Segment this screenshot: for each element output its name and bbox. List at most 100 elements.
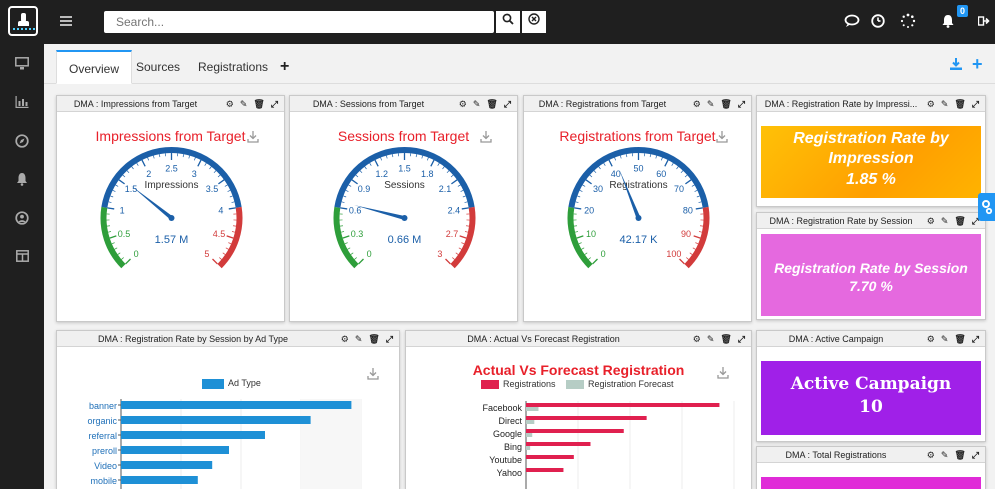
tab-overview[interactable]: Overview: [56, 50, 133, 84]
gauge-tick: [147, 157, 150, 161]
layout-icon[interactable]: [12, 248, 32, 268]
edit-icon[interactable]: ✎: [941, 96, 949, 111]
bar-registrations[interactable]: [526, 455, 574, 459]
gauge-tick-label: 20: [584, 206, 594, 216]
loading-spinner-icon[interactable]: [898, 13, 918, 33]
chart-download-icon[interactable]: [247, 130, 259, 146]
bar[interactable]: [121, 431, 265, 439]
delete-icon[interactable]: 🗑: [368, 331, 379, 346]
delete-icon[interactable]: 🗑: [720, 96, 731, 111]
settings-icon[interactable]: ⚙: [693, 331, 701, 346]
edit-icon[interactable]: ✎: [707, 96, 715, 111]
expand-icon[interactable]: ⤢: [972, 96, 979, 111]
tab-sources[interactable]: Sources: [124, 50, 192, 84]
gauge-tick-label: 0: [601, 249, 606, 259]
gauge-needle: [619, 169, 641, 219]
bar-forecast[interactable]: [526, 420, 535, 424]
expand-icon[interactable]: ⤢: [504, 96, 511, 111]
add-tab-button[interactable]: +: [280, 58, 289, 76]
clear-search-button[interactable]: [522, 11, 546, 33]
bar-registrations[interactable]: [526, 403, 720, 407]
chart-download-icon[interactable]: [367, 367, 379, 383]
menu-toggle-icon[interactable]: [60, 12, 72, 28]
delete-icon[interactable]: 🗑: [253, 96, 264, 111]
chat-icon[interactable]: [842, 13, 862, 33]
chart-download-icon[interactable]: [717, 366, 729, 382]
delete-icon[interactable]: 🗑: [954, 96, 965, 111]
gauge-tick: [421, 155, 423, 159]
add-widget-button[interactable]: +: [972, 54, 983, 75]
clock-icon[interactable]: [868, 13, 888, 33]
download-icon[interactable]: [949, 56, 963, 71]
bar[interactable]: [121, 446, 229, 454]
tab-registrations[interactable]: Registrations: [186, 50, 280, 84]
gauge-tick: [457, 184, 461, 187]
bar-forecast[interactable]: [526, 433, 533, 437]
settings-icon[interactable]: ⚙: [459, 96, 467, 111]
bar[interactable]: [121, 461, 213, 469]
edit-icon[interactable]: ✎: [941, 213, 949, 228]
registrations-gauge: 0 10 20 30 40 50 60 70 80 90100 Registrations 42.17…: [567, 147, 710, 269]
edit-icon[interactable]: ✎: [707, 331, 715, 346]
gauge-tick: [109, 235, 117, 239]
settings-icon[interactable]: ⚙: [226, 96, 234, 111]
gauge-tick: [341, 201, 345, 203]
edit-icon[interactable]: ✎: [355, 331, 363, 346]
compass-icon[interactable]: [12, 133, 32, 153]
settings-icon[interactable]: ⚙: [927, 447, 935, 462]
top-bar: 0: [0, 0, 995, 44]
monitor-icon[interactable]: [12, 56, 32, 76]
expand-icon[interactable]: ⤢: [271, 96, 278, 111]
alerts-bell-icon[interactable]: [12, 171, 32, 191]
edit-icon[interactable]: ✎: [941, 331, 949, 346]
category-label: Facebook: [482, 403, 522, 413]
plugin-tab[interactable]: [978, 193, 995, 221]
gauge-tick: [446, 170, 450, 174]
logout-icon[interactable]: [974, 13, 994, 33]
delete-icon[interactable]: 🗑: [954, 331, 965, 346]
bar-forecast[interactable]: [526, 407, 539, 411]
bell-icon[interactable]: [938, 13, 958, 33]
search-button[interactable]: [496, 11, 520, 33]
bar[interactable]: [121, 416, 311, 424]
settings-icon[interactable]: ⚙: [927, 96, 935, 111]
gauge-tick-label: 40: [611, 169, 621, 179]
gauge-tick: [213, 170, 217, 174]
gauge-tick: [231, 231, 236, 233]
delete-icon[interactable]: 🗑: [720, 331, 731, 346]
gauge-tick: [217, 174, 221, 178]
delete-icon[interactable]: 🗑: [954, 447, 965, 462]
edit-icon[interactable]: ✎: [941, 447, 949, 462]
panel-controls: ⚙ ✎ 🗑 ⤢: [687, 96, 745, 111]
bar-registrations[interactable]: [526, 416, 647, 420]
bar-registrations[interactable]: [526, 442, 591, 446]
gauge-tick: [182, 154, 185, 158]
expand-icon[interactable]: ⤢: [386, 331, 393, 346]
chart-download-icon[interactable]: [480, 130, 492, 146]
expand-icon[interactable]: ⤢: [972, 331, 979, 346]
settings-icon[interactable]: ⚙: [927, 331, 935, 346]
expand-icon[interactable]: ⤢: [738, 96, 745, 111]
expand-icon[interactable]: ⤢: [738, 331, 745, 346]
bar[interactable]: [121, 401, 352, 409]
settings-icon[interactable]: ⚙: [927, 213, 935, 228]
chart-download-icon[interactable]: [716, 130, 728, 146]
bar-chart-icon[interactable]: [12, 94, 32, 114]
app-logo[interactable]: [8, 6, 38, 36]
bar-registrations[interactable]: [526, 429, 624, 433]
bar-forecast[interactable]: [526, 446, 531, 450]
settings-icon[interactable]: ⚙: [693, 96, 701, 111]
edit-icon[interactable]: ✎: [240, 96, 248, 111]
expand-icon[interactable]: ⤢: [972, 447, 979, 462]
panel-title: DMA : Registrations from Target: [538, 99, 667, 109]
bar[interactable]: [121, 476, 198, 484]
panel-controls: ⚙ ✎ 🗑 ⤢: [220, 96, 278, 111]
search-input[interactable]: [104, 11, 494, 33]
settings-icon[interactable]: ⚙: [341, 331, 349, 346]
delete-icon[interactable]: 🗑: [486, 96, 497, 111]
user-icon[interactable]: [12, 210, 32, 230]
bar-registrations[interactable]: [526, 468, 564, 472]
gauge-tick: [131, 166, 134, 170]
edit-icon[interactable]: ✎: [473, 96, 481, 111]
delete-icon[interactable]: 🗑: [954, 213, 965, 228]
